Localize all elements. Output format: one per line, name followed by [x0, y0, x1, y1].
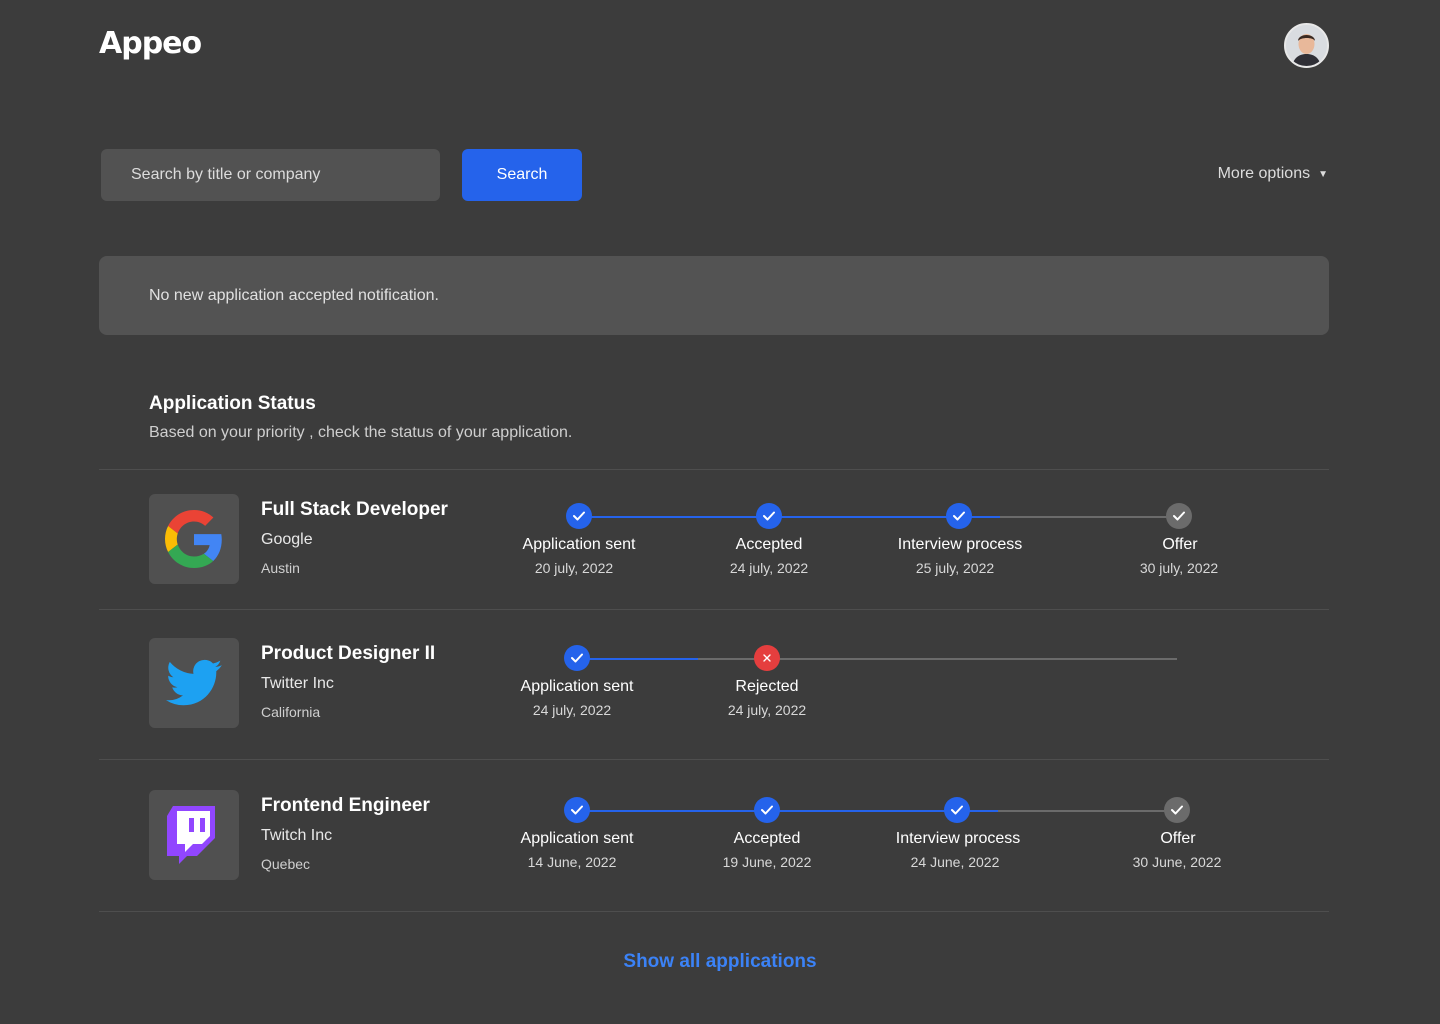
step-date: 20 july, 2022 — [534, 560, 614, 576]
check-icon — [756, 503, 782, 529]
twitch-icon — [167, 806, 215, 864]
divider — [99, 609, 1329, 610]
check-icon — [946, 503, 972, 529]
check-icon — [564, 645, 590, 671]
close-icon — [754, 645, 780, 671]
step-date: 25 july, 2022 — [915, 560, 995, 576]
step-label: Offer — [1160, 830, 1196, 847]
appeo-logo[interactable]: Appeo — [99, 26, 202, 61]
check-icon — [566, 503, 592, 529]
step-date: 24 july, 2022 — [729, 560, 809, 576]
google-logo-box — [149, 494, 239, 584]
step-label: Interview process — [895, 830, 1021, 847]
step-date: 24 july, 2022 — [532, 702, 612, 718]
check-icon — [1166, 503, 1192, 529]
check-icon — [564, 797, 590, 823]
progress-track-complete — [577, 658, 698, 660]
caret-down-icon: ▼ — [1318, 168, 1328, 180]
twitch-logo-box — [149, 790, 239, 880]
divider — [99, 469, 1329, 470]
step-date: 19 June, 2022 — [722, 854, 812, 870]
more-options-label: More options — [1217, 165, 1311, 182]
more-options-dropdown[interactable]: More options ▼ — [1218, 165, 1328, 183]
twitter-icon — [166, 659, 222, 706]
job-company: Twitch Inc — [261, 827, 333, 844]
progress-track-complete — [579, 516, 1000, 518]
step-date: 30 June, 2022 — [1132, 854, 1222, 870]
divider — [99, 911, 1329, 912]
job-location: Austin — [261, 560, 300, 576]
progress-track-remaining — [998, 810, 1177, 812]
check-icon — [754, 797, 780, 823]
step-label: Application sent — [522, 536, 636, 553]
job-company: Google — [261, 531, 313, 548]
divider — [99, 759, 1329, 760]
job-title[interactable]: Full Stack Developer — [261, 499, 448, 521]
step-label: Application sent — [520, 678, 634, 695]
check-icon — [1164, 797, 1190, 823]
search-input[interactable] — [101, 149, 440, 201]
user-avatar[interactable] — [1284, 23, 1329, 68]
step-date: 14 June, 2022 — [527, 854, 617, 870]
step-label: Rejected — [735, 678, 799, 695]
step-label: Offer — [1162, 536, 1198, 553]
step-date: 30 july, 2022 — [1139, 560, 1219, 576]
job-company: Twitter Inc — [261, 675, 334, 692]
twitter-logo-box — [149, 638, 239, 728]
section-title: Application Status — [149, 393, 316, 414]
job-title[interactable]: Product Designer II — [261, 643, 435, 665]
user-avatar-icon — [1286, 25, 1327, 66]
check-icon — [944, 797, 970, 823]
step-label: Interview process — [897, 536, 1023, 553]
job-location: California — [261, 704, 321, 720]
step-date: 24 july, 2022 — [727, 702, 807, 718]
notification-text: No new application accepted notification… — [149, 286, 439, 304]
step-label: Accepted — [735, 536, 803, 553]
progress-track-remaining — [1000, 516, 1179, 518]
search-button[interactable]: Search — [462, 149, 582, 201]
progress-track-complete — [577, 810, 998, 812]
step-label: Application sent — [520, 830, 634, 847]
step-date: 24 June, 2022 — [910, 854, 1000, 870]
google-icon — [165, 510, 222, 568]
step-label: Accepted — [733, 830, 801, 847]
section-subtitle: Based on your priority , check the statu… — [149, 424, 573, 441]
show-all-applications-link[interactable]: Show all applications — [0, 951, 1440, 973]
job-title[interactable]: Frontend Engineer — [261, 795, 430, 817]
job-location: Quebec — [261, 856, 311, 872]
notification-banner: No new application accepted notification… — [99, 256, 1329, 335]
